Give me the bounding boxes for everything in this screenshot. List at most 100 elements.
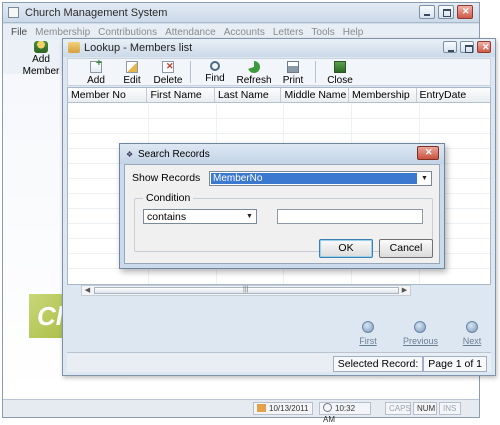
close-door-icon — [334, 61, 346, 73]
column-header[interactable]: Last Name — [215, 88, 282, 102]
main-titlebar[interactable]: Church Management System — [3, 3, 479, 23]
menu-help[interactable]: Help — [343, 27, 364, 38]
show-records-value: MemberNo — [211, 173, 417, 184]
menu-membership[interactable]: Membership — [35, 27, 90, 38]
selected-record-label: Selected Record: — [332, 356, 424, 372]
ok-button[interactable]: OK — [319, 239, 373, 258]
condition-select[interactable]: contains ▼ — [143, 209, 257, 224]
first-record-icon — [362, 321, 374, 333]
column-header[interactable]: Membership — [349, 88, 417, 102]
maximize-button[interactable] — [438, 5, 454, 19]
lookup-maximize-button[interactable] — [460, 41, 474, 53]
grid-header: Member No First Name Last Name Middle Na… — [68, 88, 490, 103]
selected-record-info: Selected Record: Page 1 of 1 — [332, 356, 487, 372]
scroll-thumb[interactable]: ||| — [94, 286, 399, 294]
search-records-dialog: ❖ Search Records Show Records MemberNo ▼… — [119, 143, 445, 269]
column-header[interactable]: EntryDate — [417, 88, 490, 102]
scroll-left-icon[interactable]: ◀ — [82, 286, 93, 295]
folder-icon — [68, 42, 80, 53]
status-date: 10/13/2011 — [253, 402, 313, 415]
menu-accounts[interactable]: Accounts — [224, 27, 265, 38]
edit-button[interactable]: Edit — [114, 59, 150, 86]
lookup-title: Lookup - Members list — [84, 42, 193, 54]
column-header[interactable]: Middle Name — [281, 88, 349, 102]
close-button[interactable] — [457, 5, 473, 19]
find-button[interactable]: Find — [197, 59, 233, 84]
print-button[interactable]: Print — [275, 59, 311, 86]
lookup-statusbar: Selected Record: Page 1 of 1 — [67, 352, 491, 372]
close-toolbar-button[interactable]: Close — [322, 59, 358, 86]
grip-icon: ||| — [243, 286, 249, 293]
add-icon — [90, 58, 102, 73]
menu-attendance[interactable]: Attendance — [165, 27, 216, 38]
horizontal-scrollbar[interactable]: ◀ ||| ▶ — [81, 285, 411, 296]
delete-label: Delete — [153, 75, 183, 86]
refresh-icon — [248, 61, 260, 73]
lookup-window-controls — [443, 41, 491, 53]
column-header[interactable]: First Name — [147, 88, 215, 102]
status-ins: INS — [439, 402, 461, 415]
status-num: NUM — [413, 402, 437, 415]
record-navigation: First Previous Next — [351, 321, 489, 347]
minimize-button[interactable] — [419, 5, 435, 19]
dialog-title: Search Records — [138, 149, 210, 160]
toolbar-separator — [190, 61, 191, 83]
menu-file[interactable]: File — [11, 27, 27, 38]
refresh-button[interactable]: Refresh — [233, 59, 275, 86]
toolbar-separator — [315, 61, 316, 83]
print-icon — [287, 61, 299, 73]
app-icon — [8, 7, 19, 18]
show-records-select[interactable]: MemberNo ▼ — [209, 171, 432, 186]
print-label: Print — [282, 75, 304, 86]
edit-label: Edit — [123, 75, 141, 86]
next-button[interactable]: Next — [455, 321, 489, 347]
dialog-close-button[interactable] — [417, 146, 439, 160]
lookup-toolbar: Add Edit Delete Find Refresh Print Close — [67, 58, 491, 86]
table-row — [68, 104, 490, 119]
column-header[interactable]: Member No — [68, 88, 148, 102]
cancel-button[interactable]: Cancel — [379, 239, 433, 258]
table-row — [68, 119, 490, 134]
lookup-minimize-button[interactable] — [443, 41, 457, 53]
refresh-label: Refresh — [236, 75, 272, 86]
condition-value: contains — [147, 211, 187, 223]
delete-button[interactable]: Delete — [150, 59, 186, 86]
add-label: Add — [87, 75, 105, 86]
add-member-button[interactable]: Add Member — [15, 41, 67, 77]
chevron-down-icon[interactable]: ▼ — [244, 211, 255, 222]
next-label: Next — [462, 336, 482, 346]
condition-label: Condition — [143, 192, 194, 204]
show-records-label: Show Records — [132, 172, 201, 184]
add-member-icon — [34, 41, 48, 53]
previous-button[interactable]: Previous — [403, 321, 439, 347]
main-window-title: Church Management System — [25, 7, 168, 19]
chevron-down-icon[interactable]: ▼ — [419, 173, 430, 184]
calendar-icon — [257, 404, 266, 412]
menu-contributions[interactable]: Contributions — [98, 27, 157, 38]
first-button[interactable]: First — [351, 321, 385, 347]
menu-letters[interactable]: Letters — [273, 27, 304, 38]
previous-record-icon — [414, 321, 426, 333]
status-time: 10:32 AM — [319, 402, 371, 424]
previous-label: Previous — [403, 336, 439, 346]
dialog-icon: ❖ — [126, 150, 134, 159]
dialog-body: Show Records MemberNo ▼ Condition contai… — [124, 164, 440, 264]
search-value-input[interactable] — [277, 209, 423, 224]
lookup-titlebar[interactable]: Lookup - Members list — [63, 39, 495, 57]
first-label: First — [359, 336, 377, 346]
lookup-close-button[interactable] — [477, 41, 491, 53]
main-window-controls — [419, 5, 473, 19]
page-indicator: Page 1 of 1 — [423, 356, 487, 372]
close-label: Close — [327, 75, 353, 86]
add-button[interactable]: Add — [78, 58, 114, 86]
delete-icon — [162, 61, 174, 73]
find-icon — [210, 61, 220, 71]
dialog-titlebar[interactable]: ❖ Search Records — [120, 144, 444, 164]
next-record-icon — [466, 321, 478, 333]
menu-tools[interactable]: Tools — [311, 27, 334, 38]
clock-icon — [323, 403, 332, 412]
find-label: Find — [205, 73, 225, 84]
scroll-right-icon[interactable]: ▶ — [399, 286, 410, 295]
edit-icon — [126, 61, 138, 73]
status-caps: CAPS — [385, 402, 411, 415]
